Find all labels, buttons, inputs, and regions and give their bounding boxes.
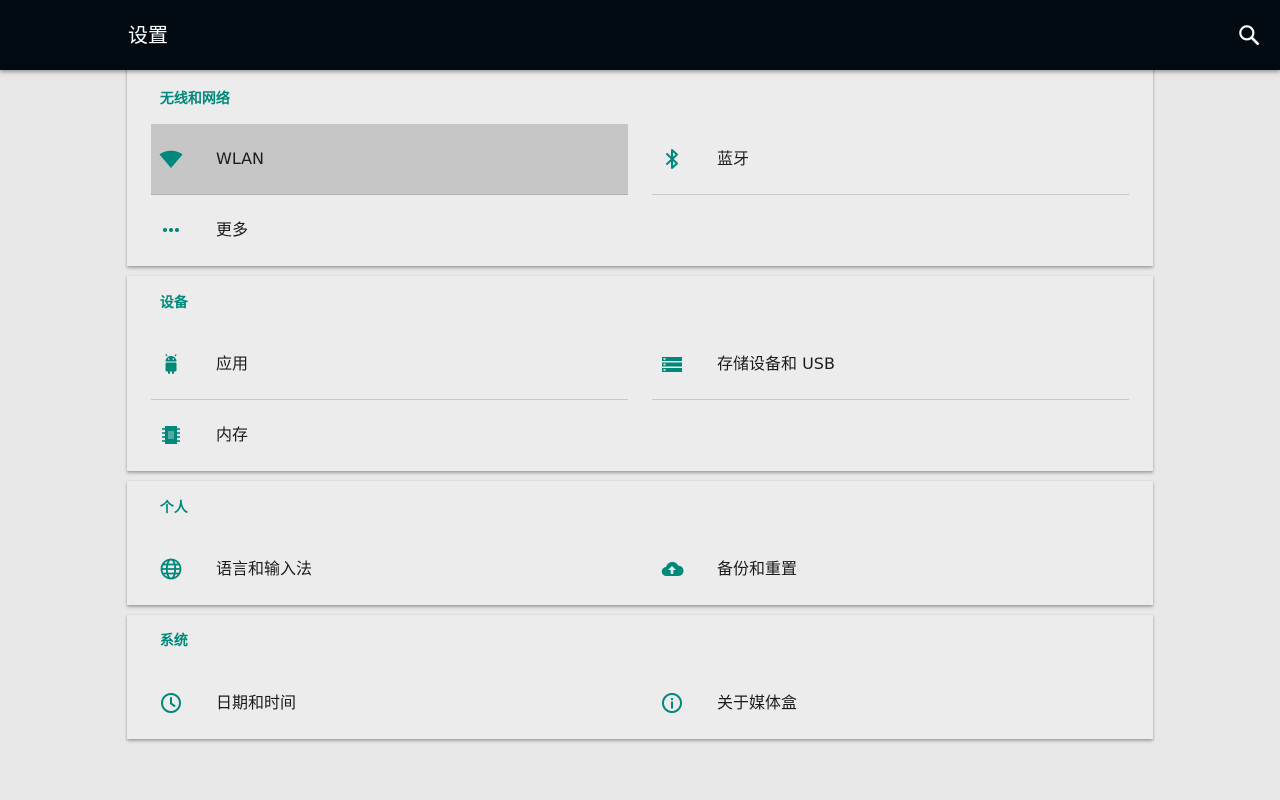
- settings-item-label: 语言和输入法: [216, 559, 313, 578]
- settings-item-label: 更多: [216, 220, 249, 239]
- section-title: 个人: [160, 500, 188, 516]
- settings-item-backup-reset[interactable]: 备份和重置: [652, 534, 1129, 605]
- settings-item-label: 备份和重置: [717, 559, 798, 578]
- settings-item-about-device[interactable]: 关于媒体盒: [652, 668, 1129, 739]
- page-title: 设置: [128, 23, 168, 47]
- android-icon: [159, 352, 183, 376]
- settings-item-storage-usb[interactable]: 存储设备和 USB: [652, 329, 1129, 400]
- settings-item-label: 存储设备和 USB: [717, 354, 835, 373]
- section-title: 无线和网络: [160, 91, 230, 107]
- settings-item-label: WLAN: [216, 149, 265, 168]
- globe-icon: [159, 557, 183, 581]
- settings-item-label: 蓝牙: [717, 149, 750, 168]
- section-system: 系统 日期和时间 关于媒体盒: [127, 615, 1153, 739]
- more-dots-icon: [159, 218, 183, 242]
- section-title: 设备: [160, 295, 188, 311]
- memory-chip-icon: [159, 423, 183, 447]
- clock-icon: [159, 691, 183, 715]
- search-icon[interactable]: [1236, 22, 1262, 48]
- section-personal: 个人 语言和输入法 备份和重置: [127, 481, 1153, 605]
- settings-item-date-time[interactable]: 日期和时间: [151, 668, 628, 739]
- settings-item-label: 内存: [216, 425, 249, 444]
- bluetooth-icon: [660, 147, 684, 171]
- settings-item-apps[interactable]: 应用: [151, 329, 628, 400]
- settings-item-wlan[interactable]: WLAN: [151, 124, 628, 195]
- section-wireless-networks: 无线和网络 WLAN 蓝牙 更多: [127, 62, 1153, 266]
- storage-icon: [660, 352, 684, 376]
- cloud-upload-icon: [660, 557, 684, 581]
- settings-item-label: 应用: [216, 354, 249, 373]
- app-bar: 设置: [0, 0, 1280, 70]
- section-title: 系统: [160, 633, 188, 649]
- wifi-icon: [159, 147, 183, 171]
- settings-item-label: 日期和时间: [216, 693, 297, 712]
- settings-item-more[interactable]: 更多: [151, 195, 628, 266]
- info-icon: [660, 691, 684, 715]
- section-device: 设备 应用 存储设备和 USB 内存: [127, 276, 1153, 471]
- settings-item-bluetooth[interactable]: 蓝牙: [652, 124, 1129, 195]
- settings-item-label: 关于媒体盒: [717, 693, 798, 712]
- settings-item-language-input[interactable]: 语言和输入法: [151, 534, 628, 605]
- settings-item-memory[interactable]: 内存: [151, 400, 628, 471]
